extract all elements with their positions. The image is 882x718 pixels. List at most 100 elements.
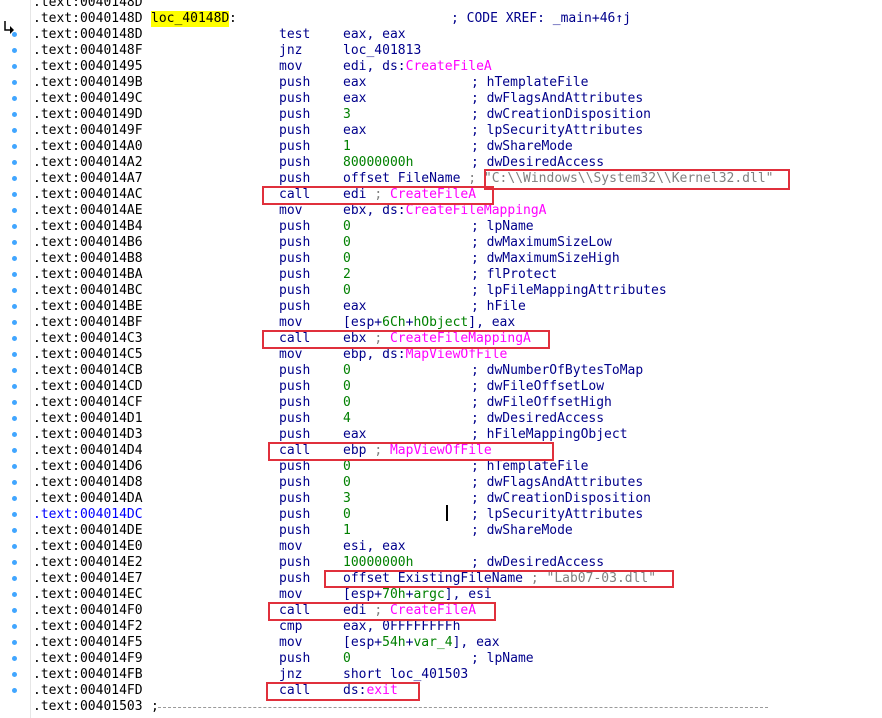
code-line[interactable]: .text:004014A0 push 1 ; dwShareMode — [33, 139, 882, 155]
operand[interactable]: eax — [343, 427, 366, 443]
breakpoint-dot-icon[interactable] — [12, 128, 17, 133]
breakpoint-dot-icon[interactable] — [12, 64, 17, 69]
breakpoint-dot-icon[interactable] — [12, 544, 17, 549]
gutter[interactable] — [0, 0, 31, 718]
operand[interactable]: 80000000h — [343, 155, 413, 171]
breakpoint-dot-icon[interactable] — [12, 368, 17, 373]
operand[interactable]: 1 — [343, 523, 351, 539]
operand[interactable]: 0 — [343, 459, 351, 475]
code-line[interactable]: .text:004014BF mov [esp+6Ch+hObject], eax — [33, 315, 882, 331]
breakpoint-dot-icon[interactable] — [12, 528, 17, 533]
breakpoint-dot-icon[interactable] — [12, 592, 17, 597]
breakpoint-dot-icon[interactable] — [12, 672, 17, 677]
breakpoint-dot-icon[interactable] — [12, 512, 17, 517]
code-line[interactable]: .text:0040148D loc_40148D: ; CODE XREF: _m… — [33, 11, 882, 27]
breakpoint-dot-icon[interactable] — [12, 304, 17, 309]
breakpoint-dot-icon[interactable] — [12, 288, 17, 293]
breakpoint-dot-icon[interactable] — [12, 32, 17, 37]
operand[interactable]: 10000000h — [343, 555, 413, 571]
operand[interactable]: [esp+70h+argc], esi — [343, 587, 492, 603]
breakpoint-dot-icon[interactable] — [12, 688, 17, 693]
code-line[interactable]: .text:004014FB jnz short loc_401503 — [33, 667, 882, 683]
code-line[interactable]: .text:0040149D push 3 ; dwCreationDispositi… — [33, 107, 882, 123]
breakpoint-dot-icon[interactable] — [12, 192, 17, 197]
breakpoint-dot-icon[interactable] — [12, 272, 17, 277]
operand[interactable]: esi, eax — [343, 539, 406, 555]
operand[interactable]: 1 — [343, 139, 351, 155]
code-line[interactable]: .text:0040148D test eax, eax — [33, 27, 882, 43]
operand[interactable]: eax, eax — [343, 27, 406, 43]
code-line[interactable]: .text:004014EC mov [esp+70h+argc], esi — [33, 587, 882, 603]
operand[interactable]: loc_401813 — [343, 43, 421, 59]
operand[interactable]: [esp+54h+var_4], eax — [343, 635, 500, 651]
code-line[interactable]: .text:0040149B push eax ; hTemplateFile — [33, 75, 882, 91]
breakpoint-dot-icon[interactable] — [12, 448, 17, 453]
code-line[interactable]: .text:004014D8 push 0 ; dwFlagsAndAttribute… — [33, 475, 882, 491]
code-line[interactable]: .text:0040148D — [33, 0, 882, 11]
code-line[interactable]: .text:004014C5 mov ebp, ds:MapViewOfFile — [33, 347, 882, 363]
api-name[interactable]: MapViewOfFile — [406, 347, 508, 362]
operand[interactable]: edi, ds:CreateFileA — [343, 59, 492, 75]
operand[interactable]: 0 — [343, 283, 351, 299]
breakpoint-dot-icon[interactable] — [12, 336, 17, 341]
code-line[interactable]: .text:00401495 mov edi, ds:CreateFileA — [33, 59, 882, 75]
operand[interactable]: 0 — [343, 363, 351, 379]
operand[interactable]: [esp+6Ch+hObject], eax — [343, 315, 515, 331]
code-line[interactable]: .text:004014D3 push eax ; hFileMappingObjec… — [33, 427, 882, 443]
code-line[interactable]: .text:004014BC push 0 ; lpFileMappingAttrib… — [33, 283, 882, 299]
breakpoint-dot-icon[interactable] — [12, 656, 17, 661]
breakpoint-dot-icon[interactable] — [12, 320, 17, 325]
operand[interactable]: eax — [343, 91, 366, 107]
operand[interactable]: 0 — [343, 475, 351, 491]
api-name[interactable]: CreateFileA — [406, 59, 492, 74]
operand[interactable]: 0 — [343, 651, 351, 667]
code-line[interactable]: .text:004014CF push 0 ; dwFileOffsetHigh — [33, 395, 882, 411]
operand[interactable]: 0 — [343, 251, 351, 267]
code-line[interactable]: .text:004014F9 push 0 ; lpName — [33, 651, 882, 667]
breakpoint-dot-icon[interactable] — [12, 576, 17, 581]
breakpoint-dot-icon[interactable] — [12, 560, 17, 565]
code-line[interactable]: .text:0040149F push eax ; lpSecurityAttribu… — [33, 123, 882, 139]
code-line[interactable]: .text:004014B8 push 0 ; dwMaximumSizeHigh — [33, 251, 882, 267]
code-line[interactable]: .text:004014F2 cmp eax, 0FFFFFFFFh — [33, 619, 882, 635]
code-line[interactable]: .text:004014CD push 0 ; dwFileOffsetLow — [33, 379, 882, 395]
breakpoint-dot-icon[interactable] — [12, 176, 17, 181]
code-line[interactable]: .text:004014CB push 0 ; dwNumberOfBytesToMa… — [33, 363, 882, 379]
breakpoint-dot-icon[interactable] — [12, 240, 17, 245]
code-line[interactable]: .text:004014BE push eax ; hFile — [33, 299, 882, 315]
breakpoint-dot-icon[interactable] — [12, 432, 17, 437]
breakpoint-dot-icon[interactable] — [12, 384, 17, 389]
operand[interactable]: 0 — [343, 395, 351, 411]
breakpoint-dot-icon[interactable] — [12, 144, 17, 149]
breakpoint-dot-icon[interactable] — [12, 80, 17, 85]
code-line[interactable]: .text:004014DC push 0 ; lpSecurityAttribute… — [33, 507, 882, 523]
operand[interactable]: ebx, ds:CreateFileMappingA — [343, 203, 547, 219]
breakpoint-dot-icon[interactable] — [12, 208, 17, 213]
code-label[interactable]: loc_40148D — [151, 11, 230, 27]
code-line[interactable]: .text:0040149C push eax ; dwFlagsAndAttribu… — [33, 91, 882, 107]
breakpoint-dot-icon[interactable] — [12, 96, 17, 101]
operand[interactable]: 3 — [343, 107, 351, 123]
operand[interactable]: 4 — [343, 411, 351, 427]
code-line[interactable]: .text:004014AE mov ebx, ds:CreateFileMappi… — [33, 203, 882, 219]
breakpoint-dot-icon[interactable] — [12, 608, 17, 613]
code-line[interactable]: .text:004014DA push 3 ; dwCreationDispositi… — [33, 491, 882, 507]
operand[interactable]: 0 — [343, 379, 351, 395]
code-line[interactable]: .text:004014E0 mov esi, eax — [33, 539, 882, 555]
operand[interactable]: eax — [343, 75, 366, 91]
code-line[interactable]: .text:004014F5 mov [esp+54h+var_4], eax — [33, 635, 882, 651]
operand[interactable]: 2 — [343, 267, 351, 283]
operand[interactable]: 3 — [343, 491, 351, 507]
operand[interactable]: 0 — [343, 507, 351, 523]
breakpoint-dot-icon[interactable] — [12, 48, 17, 53]
breakpoint-dot-icon[interactable] — [12, 496, 17, 501]
breakpoint-dot-icon[interactable] — [12, 464, 17, 469]
operand[interactable]: short loc_401503 — [343, 667, 468, 683]
operand[interactable]: 0 — [343, 235, 351, 251]
code-line[interactable]: .text:004014FD call ds:exit — [33, 683, 882, 699]
breakpoint-dot-icon[interactable] — [12, 416, 17, 421]
operand[interactable]: 0 — [343, 219, 351, 235]
code-line[interactable]: .text:004014B6 push 0 ; dwMaximumSizeLow — [33, 235, 882, 251]
api-name[interactable]: CreateFileMappingA — [406, 203, 547, 218]
operand[interactable]: ebp, ds:MapViewOfFile — [343, 347, 507, 363]
